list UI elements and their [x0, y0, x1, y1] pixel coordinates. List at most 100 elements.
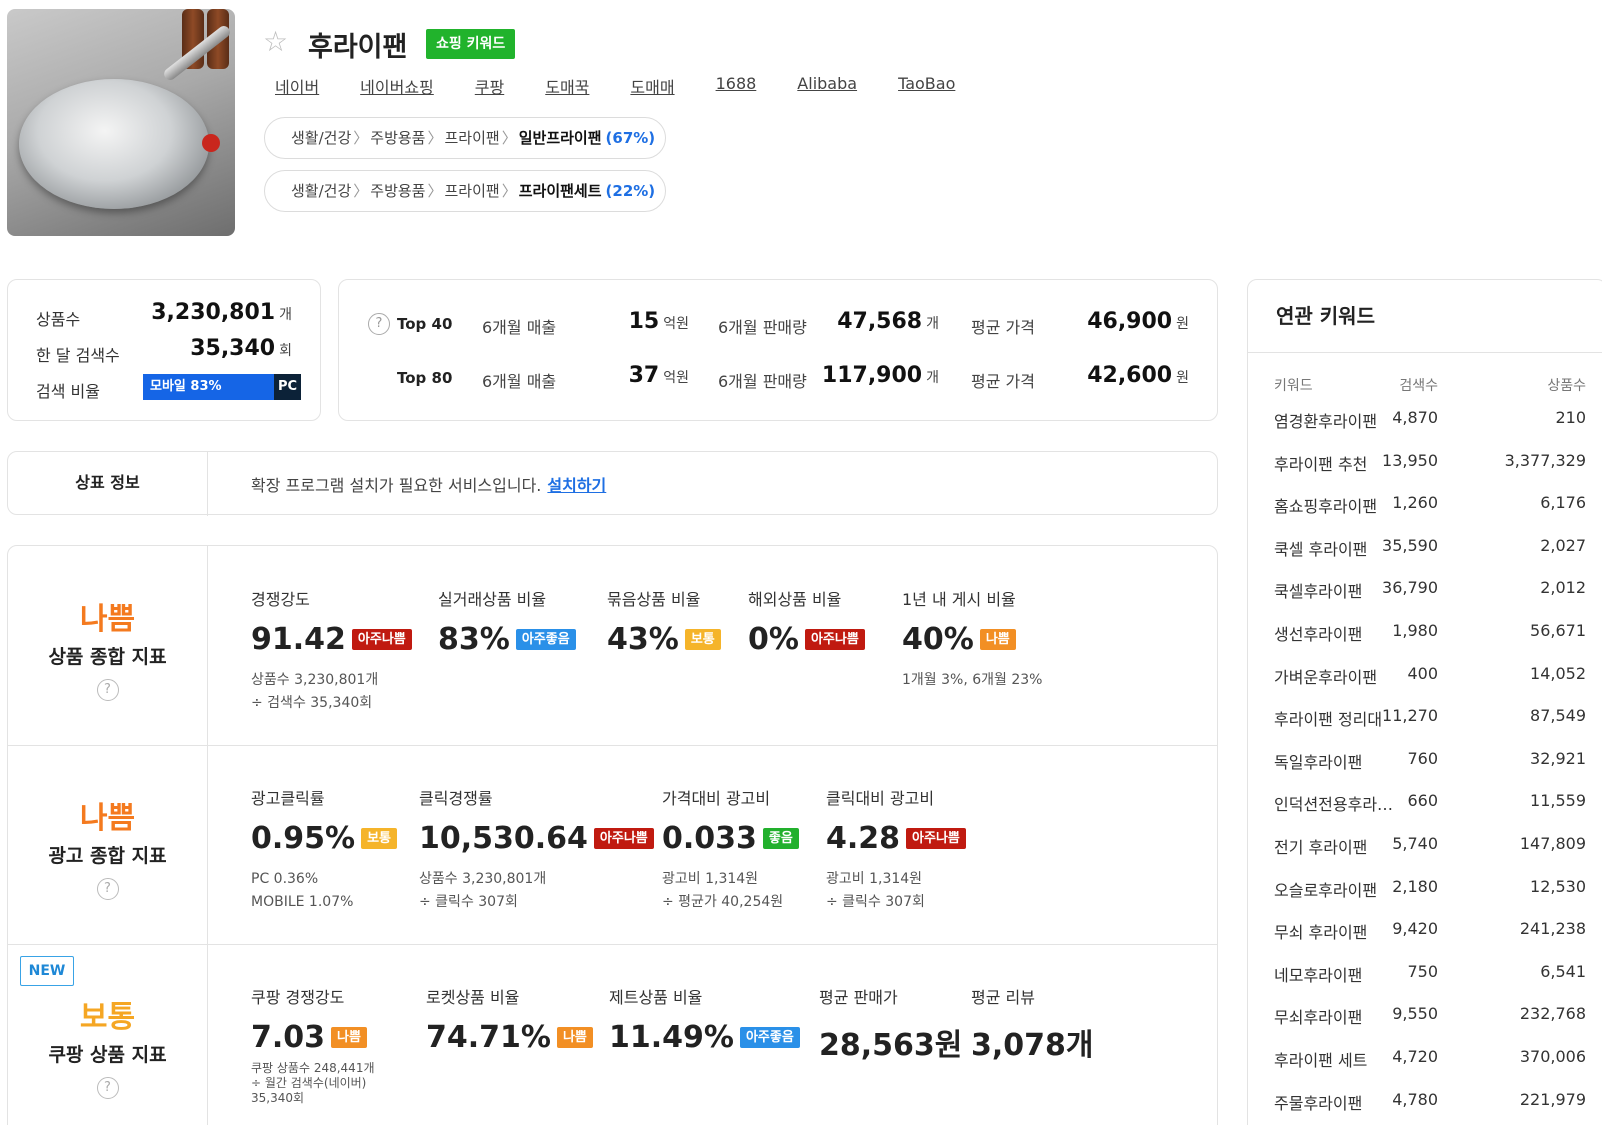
related-keyword-row[interactable]: 후라이팬 추천 13,950 3,377,329: [1248, 451, 1602, 493]
help-icon[interactable]: ?: [368, 313, 390, 335]
category-pill[interactable]: 생활/건강 〉 주방용품 〉 프라이팬 〉 일반프라이팬 (67%): [264, 117, 666, 159]
install-link[interactable]: 설치하기: [547, 476, 606, 495]
related-search-count: 660: [1407, 791, 1438, 811]
monthly-search: 35,340 회: [190, 336, 292, 361]
related-product-count: 241,238: [1519, 919, 1586, 939]
metric-overseas-ratio: 해외상품 비율 0% 아주나쁨: [748, 586, 865, 657]
top-sales-box: ? Top 40 6개월 매출 15 억원 6개월 판매량 47,568 개 평균 …: [338, 279, 1218, 421]
column-search-count: 검색수: [1399, 378, 1438, 394]
ad-indicator-row: 나쁨 광고 종합 지표 ? 광고클릭률 0.95% 보통 PC 0.36% MOBI…: [8, 745, 1217, 945]
related-product-count: 56,671: [1530, 621, 1586, 640]
top80-price: 42,600 원: [1087, 363, 1189, 388]
help-icon[interactable]: ?: [96, 878, 119, 900]
related-product-count: 11,559: [1530, 791, 1586, 811]
related-keyword[interactable]: 전기 후라이팬: [1274, 834, 1367, 858]
help-icon[interactable]: ?: [96, 679, 119, 701]
ad-indicator-title: 광고 종합 지표: [48, 845, 167, 867]
link-naver-shopping[interactable]: 네이버쇼핑: [360, 74, 434, 98]
related-keyword[interactable]: 무쇠 후라이팬: [1274, 919, 1367, 943]
related-keyword-row[interactable]: 염경환후라이팬 4,870 210: [1248, 408, 1602, 450]
link-alibaba[interactable]: Alibaba: [797, 74, 857, 98]
category-pill[interactable]: 생활/건강 〉 주방용품 〉 프라이팬 〉 프라이팬세트 (22%): [264, 170, 666, 212]
related-keyword-row[interactable]: 무쇠후라이팬 9,550 232,768: [1248, 1004, 1602, 1046]
related-keyword-row[interactable]: 독일후라이팬 760 32,921: [1248, 749, 1602, 791]
metric-competition: 경쟁강도 91.42 아주나쁨 상품수 3,230,801개 ÷ 검색수 35,34…: [251, 586, 412, 715]
favorite-star-icon[interactable]: ☆: [263, 28, 288, 56]
trademark-box: 상표 정보 확장 프로그램 설치가 필요한 서비스입니다. 설치하기: [7, 451, 1218, 516]
top40-price: 46,900 원: [1087, 309, 1189, 334]
related-keyword[interactable]: 후라이팬 추천: [1274, 451, 1367, 475]
related-keywords-panel: 연관 키워드 키워드 검색수 상품수 염경환후라이팬 4,870 210 후라이팬 추…: [1247, 279, 1602, 1125]
related-keyword[interactable]: 생선후라이팬: [1274, 621, 1362, 645]
related-search-count: 1,980: [1392, 621, 1438, 640]
category-percent: (22%): [605, 182, 656, 200]
related-product-count: 370,006: [1519, 1047, 1586, 1066]
related-keyword[interactable]: 가벼운후라이팬: [1274, 664, 1377, 688]
metric-ad-cost-per-click: 클릭대비 광고비 4.28 아주나쁨 광고비 1,314원 ÷ 클릭수 307회: [826, 785, 966, 914]
related-keyword-row[interactable]: 쿡셀후라이팬 36,790 2,012: [1248, 578, 1602, 620]
related-keyword-row[interactable]: 후라이팬 정리대 11,270 87,549: [1248, 706, 1602, 748]
top40-label: Top 40: [397, 315, 453, 333]
divider: [1248, 352, 1602, 353]
indicator-panel: 나쁨 상품 종합 지표 ? 경쟁강도 91.42 아주나쁨 상품수 3,230,8…: [7, 545, 1218, 1125]
related-keyword[interactable]: 무쇠후라이팬: [1274, 1004, 1362, 1028]
link-domeggook[interactable]: 도매꾹: [545, 74, 589, 98]
related-product-count: 14,052: [1530, 663, 1586, 683]
related-keyword-row[interactable]: 주물후라이팬 4,780 221,979: [1248, 1090, 1602, 1125]
coupang-indicator-row: NEW 보통 쿠팡 상품 지표 ? 쿠팡 경쟁강도 7.03 나쁨 쿠팡 상품수 …: [8, 944, 1217, 1125]
related-keyword-row[interactable]: 가벼운후라이팬 400 14,052: [1248, 664, 1602, 706]
metric-rocket-ratio: 로켓상품 비율 74.71% 나쁨: [426, 984, 593, 1055]
related-search-count: 9,420: [1392, 919, 1438, 939]
related-keyword[interactable]: 염경환후라이팬: [1274, 408, 1377, 432]
related-keyword[interactable]: 주물후라이팬: [1274, 1090, 1362, 1114]
related-keyword[interactable]: 후라이팬 정리대: [1274, 706, 1382, 730]
related-keyword-row[interactable]: 전기 후라이팬 5,740 147,809: [1248, 834, 1602, 876]
search-ratio-label: 검색 비율: [36, 382, 100, 401]
related-keyword-row[interactable]: 무쇠 후라이팬 9,420 241,238: [1248, 919, 1602, 961]
related-search-count: 1,260: [1392, 493, 1438, 513]
related-keyword-row[interactable]: 네모후라이팬 750 6,541: [1248, 962, 1602, 1004]
related-search-count: 760: [1407, 748, 1438, 768]
product-count-label: 상품수: [36, 310, 81, 329]
link-taobao[interactable]: TaoBao: [898, 74, 955, 98]
help-icon[interactable]: ?: [96, 1077, 119, 1099]
metric-bundle-ratio: 묶음상품 비율 43% 보통: [607, 586, 721, 657]
category-leaf: 일반프라이팬: [518, 129, 602, 147]
related-search-count: 4,870: [1392, 408, 1438, 427]
related-keyword-row[interactable]: 오슬로후라이팬 2,180 12,530: [1248, 877, 1602, 919]
related-keyword-row[interactable]: 인덕션전용후라… 660 11,559: [1248, 791, 1602, 833]
frying-pan: [19, 79, 209, 209]
link-1688[interactable]: 1688: [716, 74, 757, 98]
related-keyword[interactable]: 후라이팬 세트: [1274, 1047, 1367, 1071]
related-keyword-row[interactable]: 쿡셀 후라이팬 35,590 2,027: [1248, 536, 1602, 578]
metric-recent-post-ratio: 1년 내 게시 비율 40% 나쁨 1개월 3%, 6개월 23%: [902, 590, 1043, 688]
related-keyword-row[interactable]: 후라이팬 세트 4,720 370,006: [1248, 1047, 1602, 1089]
related-keywords-title: 연관 키워드: [1276, 304, 1375, 328]
product-grade: 나쁨: [79, 602, 136, 637]
related-product-count: 6,541: [1540, 961, 1586, 981]
related-keyword[interactable]: 독일후라이팬: [1274, 749, 1362, 773]
related-product-count: 2,027: [1540, 535, 1586, 555]
related-keyword[interactable]: 쿡셀후라이팬: [1274, 578, 1362, 602]
related-product-count: 6,176: [1540, 493, 1586, 513]
related-product-count: 12,530: [1530, 876, 1586, 896]
related-search-count: 13,950: [1382, 450, 1438, 470]
related-keyword[interactable]: 홈쇼핑후라이팬: [1274, 493, 1377, 517]
related-keyword-row[interactable]: 생선후라이팬 1,980 56,671: [1248, 621, 1602, 663]
metric-ad-cost-per-price: 가격대비 광고비 0.033 좋음 광고비 1,314원 ÷ 평균가 40,254원: [662, 785, 799, 914]
top40-volume: 47,568 개: [837, 309, 939, 334]
related-product-count: 32,921: [1530, 748, 1586, 768]
trademark-message: 확장 프로그램 설치가 필요한 서비스입니다. 설치하기: [251, 476, 607, 495]
related-product-count: 2,012: [1540, 578, 1586, 598]
link-coupang[interactable]: 쿠팡: [475, 74, 504, 98]
related-search-count: 35,590: [1382, 535, 1438, 555]
related-keyword[interactable]: 쿡셀 후라이팬: [1274, 536, 1367, 560]
related-keyword[interactable]: 인덕션전용후라…: [1274, 791, 1393, 815]
link-domeme[interactable]: 도매매: [630, 74, 674, 98]
top80-volume: 117,900 개: [821, 363, 939, 388]
related-keyword[interactable]: 오슬로후라이팬: [1274, 877, 1377, 901]
related-keyword[interactable]: 네모후라이팬: [1274, 962, 1362, 986]
link-naver[interactable]: 네이버: [275, 74, 319, 98]
related-keyword-row[interactable]: 홈쇼핑후라이팬 1,260 6,176: [1248, 493, 1602, 535]
related-product-count: 232,768: [1519, 1004, 1586, 1024]
